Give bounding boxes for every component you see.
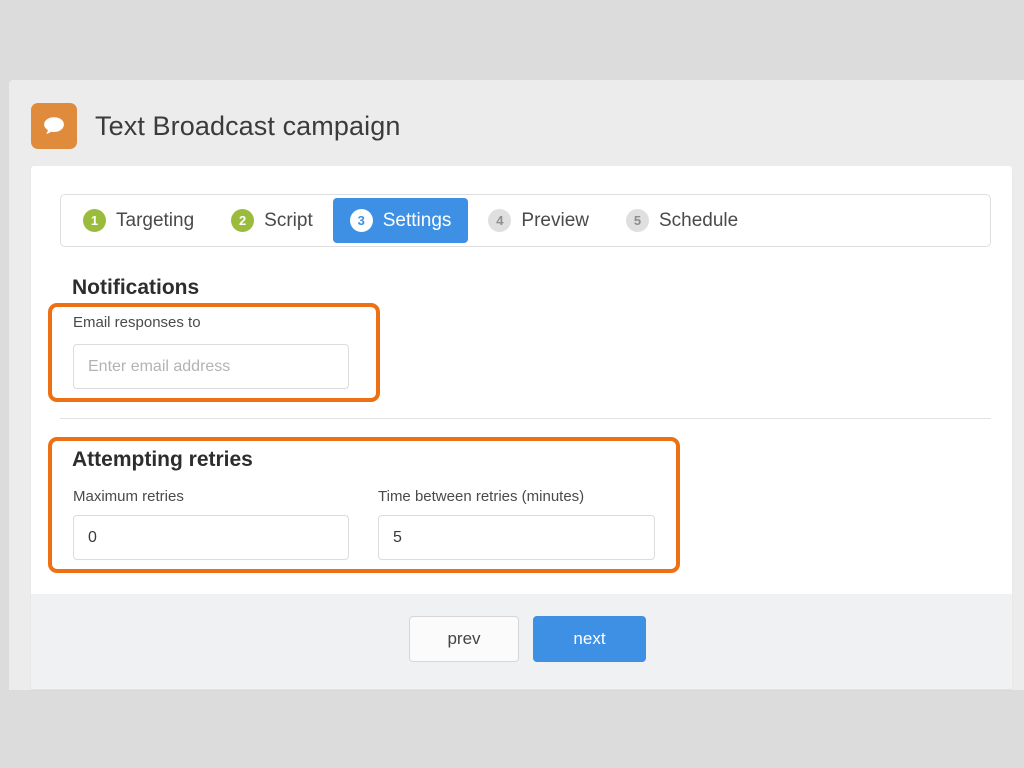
speech-bubble-icon	[31, 103, 77, 149]
next-button[interactable]: next	[533, 616, 646, 662]
tab-targeting[interactable]: 1 Targeting	[66, 198, 211, 243]
tab-schedule[interactable]: 5 Schedule	[609, 198, 755, 243]
time-between-retries-input[interactable]	[378, 515, 655, 560]
step-number-badge: 1	[83, 209, 106, 232]
tab-preview[interactable]: 4 Preview	[471, 198, 606, 243]
page-title: Text Broadcast campaign	[95, 110, 401, 141]
tab-label: Targeting	[116, 209, 195, 231]
email-responses-label: Email responses to	[73, 314, 201, 331]
notifications-heading: Notifications	[72, 276, 200, 299]
time-between-retries-label: Time between retries (minutes)	[378, 488, 585, 505]
maximum-retries-label: Maximum retries	[73, 488, 184, 505]
tab-settings[interactable]: 3 Settings	[332, 198, 469, 243]
step-number-badge: 5	[625, 209, 649, 232]
step-number-badge: 4	[488, 209, 512, 232]
email-responses-input[interactable]	[73, 344, 349, 389]
prev-button[interactable]: prev	[409, 616, 519, 662]
tab-label: Settings	[382, 209, 452, 231]
card-footer: prev next	[31, 594, 1012, 689]
maximum-retries-input[interactable]	[73, 515, 349, 560]
section-divider	[60, 418, 991, 419]
attempting-retries-heading: Attempting retries	[72, 448, 253, 471]
app-header: Text Broadcast campaign	[31, 103, 400, 149]
tab-label: Script	[264, 209, 313, 231]
tab-label: Preview	[521, 209, 589, 231]
wizard-step-tabs: 1 Targeting 2 Script 3 Settings 4 Previe…	[60, 194, 991, 247]
tab-label: Schedule	[658, 209, 739, 231]
tab-script[interactable]: 2 Script	[214, 198, 330, 243]
step-number-badge: 3	[349, 209, 373, 232]
campaign-settings-card: 1 Targeting 2 Script 3 Settings 4 Previe…	[31, 166, 1012, 689]
step-number-badge: 2	[231, 209, 255, 232]
